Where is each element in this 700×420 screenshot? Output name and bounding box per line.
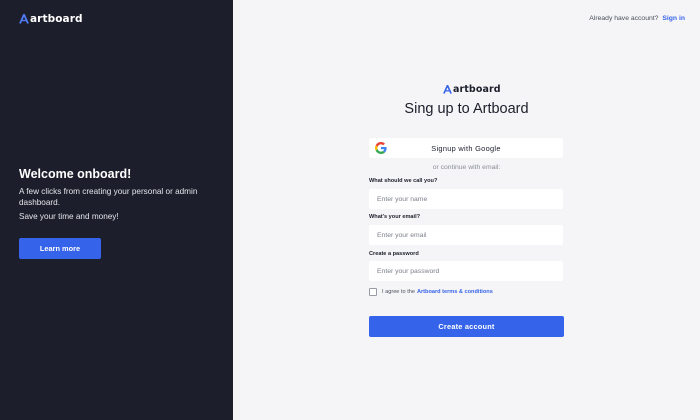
signin-prompt-text: Already have account? — [589, 15, 659, 22]
password-input[interactable] — [369, 261, 563, 281]
brand-logo[interactable]: artboard — [19, 13, 83, 25]
welcome-panel: artboard Welcome onboard! A few clicks f… — [0, 0, 233, 420]
email-input[interactable] — [369, 225, 563, 245]
form-brand-name: artboard — [453, 84, 501, 95]
welcome-title: Welcome onboard! — [19, 167, 132, 181]
signin-prompt: Already have account? Sign in — [589, 15, 685, 22]
form-brand-logo: artboard — [443, 84, 501, 95]
name-input[interactable] — [369, 189, 563, 209]
signup-panel: Already have account? Sign in artboard S… — [233, 0, 700, 420]
create-account-button[interactable]: Create account — [369, 316, 564, 337]
terms-text: I agree to the — [382, 289, 415, 295]
form-title: Sing up to Artboard — [404, 101, 529, 117]
welcome-tagline: Save your time and money! — [19, 212, 119, 221]
google-signup-button[interactable]: Signup with Google — [369, 138, 563, 158]
google-icon — [375, 142, 387, 154]
divider-text: or continue with email: — [432, 164, 501, 171]
artboard-logo-icon — [443, 85, 452, 94]
terms-row: I agree to the Artboard terms & conditio… — [369, 288, 493, 296]
welcome-description: A few clicks from creating your personal… — [19, 187, 198, 208]
artboard-logo-icon — [19, 14, 29, 24]
email-label: What's your email? — [369, 214, 421, 220]
learn-more-button[interactable]: Learn more — [19, 238, 101, 259]
terms-link[interactable]: Artboard terms & conditions — [417, 289, 493, 295]
signin-link[interactable]: Sign in — [662, 15, 685, 22]
google-signup-label: Signup with Google — [431, 143, 501, 153]
terms-checkbox[interactable] — [369, 288, 377, 296]
name-label: What should we call you? — [369, 178, 438, 184]
password-label: Create a password — [369, 251, 419, 257]
brand-name: artboard — [30, 13, 83, 25]
